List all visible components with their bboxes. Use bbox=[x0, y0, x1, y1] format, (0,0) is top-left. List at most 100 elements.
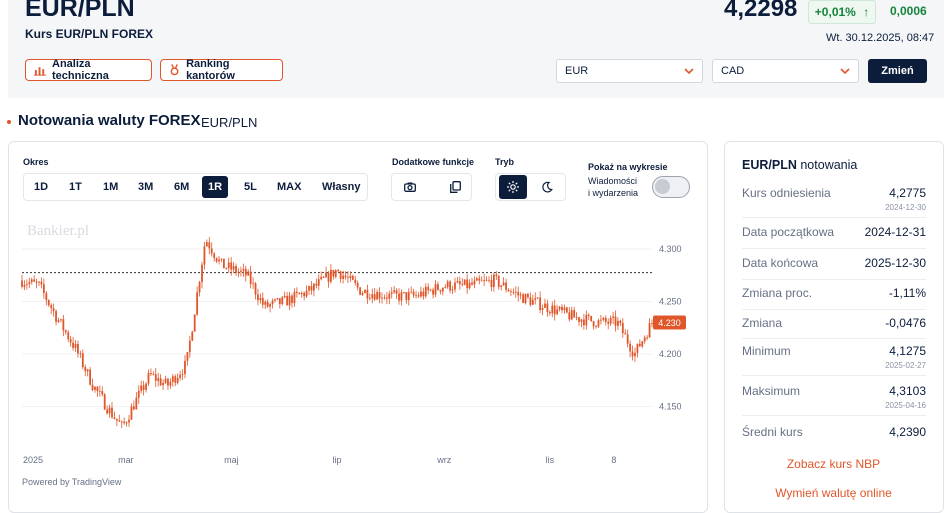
tradingview-credit: Powered by TradingView bbox=[22, 477, 122, 487]
candle-body bbox=[81, 353, 84, 368]
candle-body bbox=[171, 376, 174, 382]
news-label-line1: Wiadomości bbox=[588, 176, 638, 186]
candle-body bbox=[344, 275, 347, 278]
stat-label: Maksimum bbox=[742, 384, 801, 398]
candle-body bbox=[444, 286, 447, 288]
period-custom[interactable]: Własny bbox=[316, 176, 367, 198]
x-tick-label: 8 bbox=[611, 455, 616, 465]
candle-body bbox=[164, 378, 167, 383]
candle-body bbox=[291, 295, 293, 304]
period-3m[interactable]: 3M bbox=[132, 176, 159, 198]
candle-body bbox=[592, 321, 595, 327]
period-max[interactable]: MAX bbox=[271, 176, 307, 198]
candle-body bbox=[50, 305, 53, 309]
candle-body bbox=[400, 292, 403, 301]
candle-body bbox=[587, 314, 590, 316]
camera-button[interactable] bbox=[396, 175, 424, 199]
candle-body bbox=[395, 290, 398, 294]
candle-body bbox=[548, 311, 551, 314]
period-1t[interactable]: 1T bbox=[63, 176, 88, 198]
x-tick-label: maj bbox=[224, 455, 239, 465]
candle-body bbox=[79, 353, 82, 355]
candle-body bbox=[244, 268, 247, 276]
candle-body bbox=[303, 292, 306, 297]
price-chart[interactable]: Bankier.pl 4.300 4.250 4.200 4.150 2025 mar m… bbox=[8, 210, 706, 500]
page-title: EUR/PLN bbox=[25, 0, 135, 22]
candle-body bbox=[359, 287, 362, 295]
candle-body bbox=[597, 320, 600, 327]
candle-body bbox=[266, 301, 269, 307]
candle-body bbox=[186, 352, 189, 361]
candle-body bbox=[410, 291, 413, 293]
candle-body bbox=[580, 319, 583, 322]
candle-body bbox=[120, 421, 123, 423]
candle-body bbox=[524, 294, 527, 303]
ranking-button[interactable]: Ranking kantorów bbox=[160, 58, 283, 82]
y-tick-label: 4.200 bbox=[659, 349, 682, 359]
page-subtitle: Kurs EUR/PLN FOREX bbox=[25, 27, 154, 41]
candle-body bbox=[512, 291, 515, 293]
candle-body bbox=[337, 270, 340, 272]
candle-body bbox=[28, 282, 31, 285]
candle-body bbox=[636, 343, 639, 353]
change-button[interactable]: Zmień bbox=[868, 59, 927, 83]
candle-body bbox=[235, 266, 237, 273]
candle-body bbox=[240, 270, 242, 272]
candle-body bbox=[25, 284, 28, 285]
candle-body bbox=[152, 373, 155, 375]
dark-mode-button[interactable] bbox=[533, 175, 561, 199]
candle-body bbox=[174, 376, 177, 383]
technical-analysis-button[interactable]: Analiza techniczna bbox=[25, 58, 152, 82]
candle-body bbox=[208, 242, 211, 249]
candle-body bbox=[451, 289, 454, 291]
candle-body bbox=[544, 303, 546, 308]
candle-body bbox=[634, 352, 636, 357]
light-mode-button[interactable] bbox=[499, 175, 527, 199]
candle-body bbox=[98, 391, 101, 392]
candle-body bbox=[609, 318, 612, 324]
news-toggle[interactable] bbox=[652, 176, 690, 198]
candle-body bbox=[247, 271, 250, 276]
stat-label: Zmiana bbox=[742, 316, 783, 330]
candle-body bbox=[415, 295, 417, 297]
nbp-rate-link[interactable]: Zobacz kurs NBP bbox=[725, 457, 942, 471]
candle-body bbox=[551, 305, 554, 314]
period-6m[interactable]: 6M bbox=[168, 176, 195, 198]
candle-body bbox=[74, 343, 77, 348]
moon-icon bbox=[542, 181, 553, 193]
candle-body bbox=[565, 307, 568, 313]
candle-body bbox=[383, 297, 386, 299]
candle-body bbox=[582, 319, 585, 326]
exchange-online-link[interactable]: Wymień walutę online bbox=[725, 486, 942, 500]
period-1r[interactable]: 1R bbox=[202, 176, 229, 198]
header-background bbox=[8, 0, 944, 98]
currency-from-select[interactable]: EUR bbox=[556, 59, 703, 83]
candle-body bbox=[86, 369, 89, 372]
currency-to-select[interactable]: CAD bbox=[712, 59, 859, 83]
candle-body bbox=[278, 298, 281, 305]
candle-body bbox=[271, 300, 274, 305]
candle-body bbox=[218, 259, 220, 262]
candle-body bbox=[94, 386, 96, 390]
candle-body bbox=[40, 281, 43, 285]
copy-button[interactable] bbox=[441, 175, 469, 199]
period-1d[interactable]: 1D bbox=[28, 176, 54, 198]
candle-body bbox=[449, 281, 452, 291]
chart-watermark: Bankier.pl bbox=[27, 223, 89, 239]
candle-body bbox=[201, 264, 203, 283]
candle-body bbox=[128, 419, 130, 423]
candle-body bbox=[495, 274, 498, 277]
change-percent-badge: +0,01% ↑ bbox=[808, 0, 876, 24]
candle-body bbox=[213, 253, 216, 258]
candle-body bbox=[312, 283, 315, 291]
period-5l[interactable]: 5L bbox=[238, 176, 263, 198]
candle-body bbox=[463, 279, 466, 285]
candle-body bbox=[407, 292, 410, 301]
candle-body bbox=[310, 286, 313, 291]
candle-body bbox=[162, 382, 164, 386]
candle-body bbox=[225, 267, 228, 269]
period-1m[interactable]: 1M bbox=[97, 176, 124, 198]
y-tick-label: 4.300 bbox=[659, 244, 682, 254]
candle-body bbox=[264, 301, 267, 305]
candle-body bbox=[427, 286, 430, 291]
